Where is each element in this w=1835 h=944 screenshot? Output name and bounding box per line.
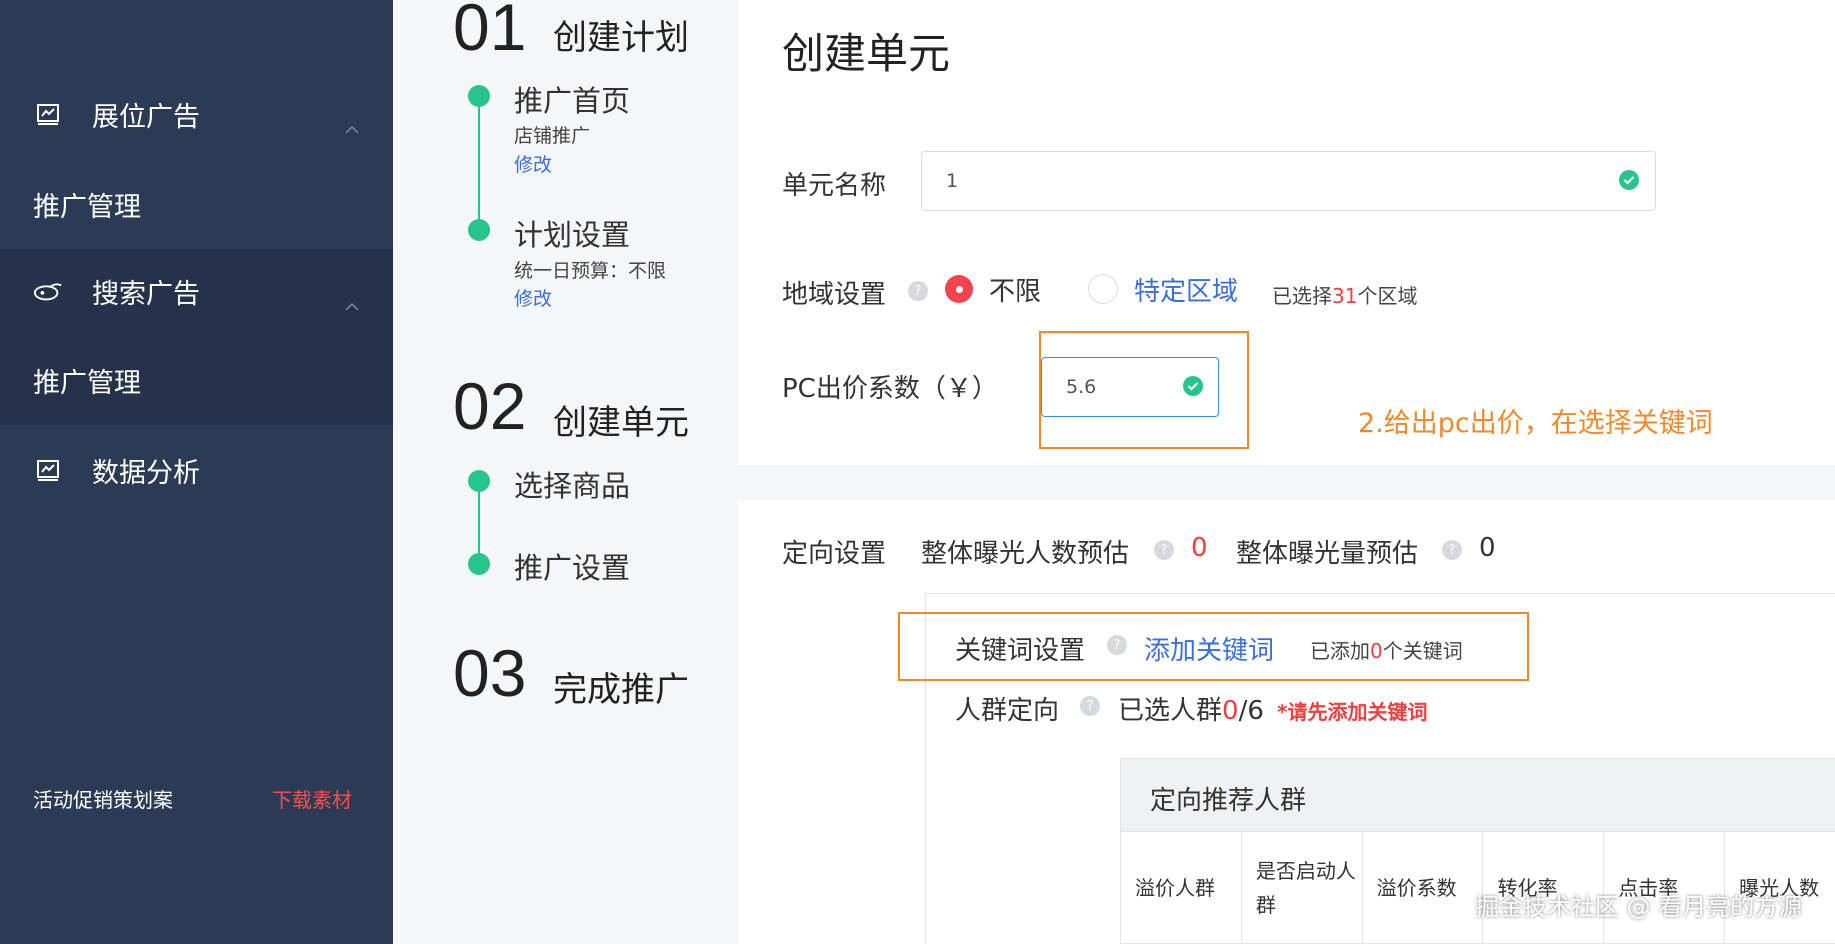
crowd-selected-summary: 已选人群0/6	[1118, 690, 1264, 727]
column-header: 溢价系数	[1362, 832, 1484, 944]
chevron-up-icon	[345, 287, 359, 318]
region-selected-prefix: 已选择	[1272, 284, 1332, 308]
exposure-volume-label: 整体曝光量预估	[1236, 539, 1419, 569]
sidebar-item-display-manage[interactable]: 推广管理	[0, 164, 393, 244]
sidebar-item-search-manage[interactable]: 推广管理	[0, 340, 393, 420]
crowd-selected-prefix: 已选人群	[1118, 696, 1223, 726]
help-icon[interactable]: ?	[1080, 696, 1100, 716]
exposure-people-value: 0	[1191, 533, 1208, 563]
step-number: 02	[453, 369, 527, 443]
chart-icon	[33, 455, 63, 485]
edit-link[interactable]: 修改	[514, 150, 552, 177]
substep-desc: 统一日预算：不限	[514, 260, 667, 282]
help-icon[interactable]: ?	[1442, 540, 1462, 560]
sidebar-item-label: 搜索广告	[92, 278, 200, 310]
help-icon[interactable]: ?	[908, 281, 928, 301]
unit-name-input[interactable]: 1	[921, 151, 1656, 211]
help-icon[interactable]: ?	[1154, 540, 1174, 560]
substep-title: 选择商品	[514, 469, 631, 503]
step-title: 创建单元	[553, 403, 689, 443]
column-header: 是否启动人群	[1241, 832, 1363, 944]
substep-title: 推广首页	[514, 84, 631, 118]
region-label: 地域设置	[782, 280, 887, 310]
check-icon	[1619, 170, 1639, 190]
sidebar-item-label: 展位广告	[92, 101, 200, 133]
step-number: 01	[453, 0, 527, 64]
chevron-up-icon	[345, 110, 359, 141]
chart-icon	[33, 99, 63, 129]
exposure-volume-value: 0	[1479, 533, 1496, 563]
sidebar-item-data-analysis[interactable]: 数据分析	[0, 430, 393, 510]
step-dot	[468, 470, 490, 492]
region-unlimited-label[interactable]: 不限	[989, 271, 1041, 308]
region-unlimited-radio[interactable]	[945, 275, 973, 303]
pc-bid-label: PC出价系数（￥）	[782, 374, 998, 404]
region-selected-suffix: 个区域	[1357, 284, 1418, 308]
substep-title: 计划设置	[514, 218, 631, 252]
annotation-text: 2.给出pc出价，在选择关键词	[1358, 408, 1713, 439]
unit-name-label: 单元名称	[782, 171, 887, 201]
step-title: 完成推广	[553, 670, 689, 710]
search-ads-icon	[33, 276, 63, 306]
highlight-box	[898, 612, 1529, 681]
column-header: 溢价人群	[1121, 832, 1242, 944]
region-specific-label[interactable]: 特定区域	[1134, 271, 1238, 308]
sidebar-item-label: 数据分析	[92, 457, 200, 489]
region-selected-summary: 已选择31个区域	[1272, 280, 1417, 309]
edit-link[interactable]: 修改	[514, 284, 552, 311]
sidebar-item-display-ads[interactable]: 展位广告	[0, 74, 393, 154]
targeting-label: 定向设置	[782, 539, 887, 569]
crowd-selected-count: 0	[1222, 696, 1239, 726]
crowd-targeting-label: 人群定向	[955, 696, 1060, 726]
step-number: 03	[453, 636, 527, 710]
steps-panel: 01 创建计划 推广首页 店铺推广 修改 计划设置 统一日预算：不限 修改 02…	[393, 0, 738, 944]
crowd-selected-suffix: /6	[1238, 696, 1264, 726]
region-selected-count: 31	[1332, 284, 1358, 308]
substep-title: 推广设置	[514, 551, 631, 585]
recommended-crowd-table-header: 定向推荐人群	[1120, 758, 1835, 832]
step-dot	[468, 553, 490, 575]
table-title: 定向推荐人群	[1150, 786, 1307, 816]
unit-name-value: 1	[946, 170, 959, 192]
substep-desc: 店铺推广	[514, 125, 591, 147]
sidebar-item-search-ads[interactable]: 搜索广告	[0, 251, 393, 331]
exposure-people-label: 整体曝光人数预估	[921, 539, 1130, 569]
region-specific-radio[interactable]	[1088, 274, 1118, 304]
step-dot	[468, 219, 490, 241]
step-connector	[478, 96, 480, 230]
step-dot	[468, 85, 490, 107]
sidebar-footer-text: 活动促销策划案	[33, 788, 173, 812]
highlight-box	[1039, 331, 1249, 449]
page-title: 创建单元	[782, 29, 951, 78]
step-title: 创建计划	[553, 18, 689, 58]
step-connector	[478, 480, 480, 564]
watermark: 掘金技术社区 @ 看月亮的方源	[1475, 893, 1803, 921]
sidebar: 展位广告 推广管理 搜索广告 推广管理 数据分析 活动促销策划案 下载素材	[0, 0, 393, 944]
download-assets-link[interactable]: 下载素材	[272, 784, 352, 813]
crowd-warning: *请先添加关键词	[1277, 700, 1428, 724]
